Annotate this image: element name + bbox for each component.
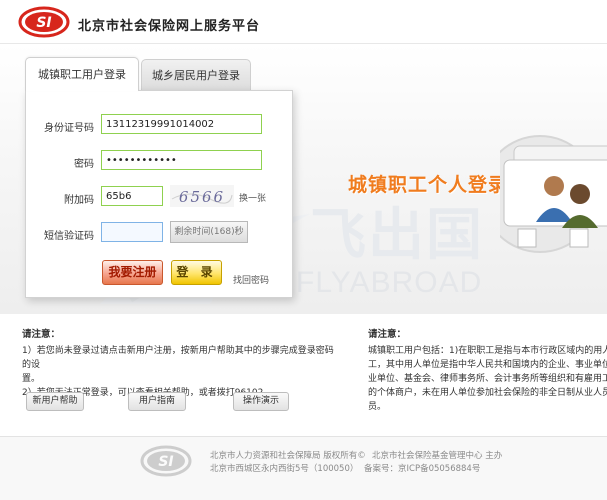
forgot-password-link[interactable]: 找回密码 bbox=[233, 273, 269, 286]
notice-right-line: 工，其中用人单位是指中华人民共和国境内的企业、事业单位、社会团 bbox=[368, 360, 607, 370]
footer-logo-icon: SI bbox=[140, 445, 192, 477]
watermark-chinese: 飞出国 bbox=[310, 203, 484, 268]
footer-copyright: 北京市人力资源和社会保障局 版权所有© bbox=[210, 451, 366, 461]
tab-urban-employee-login[interactable]: 城镇职工用户登录 bbox=[25, 57, 139, 91]
notice-right-line: 业单位、基金会、律师事务所、会计事务所等组织和有雇用工的个体 bbox=[368, 374, 607, 384]
notice-left-line: 1）若您尚未登录过请点击新用户注册，按新用户帮助其中的步骤完成登录密码的设 bbox=[22, 346, 334, 370]
notice-right-line: 的个体商户，未在用人单位参加社会保险的非全日制从业人员以及其他 bbox=[368, 388, 607, 398]
footer-organizer: 北京市社会保险基金管理中心 主办 bbox=[372, 451, 503, 461]
login-panel: 身份证号码 密码 附加码 6566 换一张 短信验证码 剩余时间(168)秒 我… bbox=[25, 90, 293, 298]
users-card-illustration-icon bbox=[500, 135, 607, 253]
register-button[interactable]: 我要注册 bbox=[102, 260, 163, 285]
banner-title: 城镇职工个人登录 bbox=[348, 174, 509, 196]
watermark-english: FLYABROAD bbox=[296, 266, 483, 299]
password-input[interactable] bbox=[101, 150, 262, 170]
user-guide-button[interactable]: 用户指南 bbox=[128, 392, 186, 411]
social-insurance-logo-icon[interactable]: SI bbox=[18, 6, 70, 38]
logo-text: SI bbox=[36, 15, 51, 31]
sms-code-label: 短信验证码 bbox=[44, 231, 94, 242]
operation-demo-button[interactable]: 操作演示 bbox=[233, 392, 289, 411]
footer-address: 北京市西城区永内西街5号（100050） bbox=[210, 464, 359, 474]
notice-left-line: 置。 bbox=[22, 374, 41, 384]
notice-right-title: 请注意： bbox=[368, 329, 407, 340]
notice-left: 请注意： 1）若您尚未登录过请点击新用户注册，按新用户帮助其中的步骤完成登录密码… bbox=[22, 328, 342, 400]
notice-right-line: 员。 bbox=[368, 402, 387, 412]
id-number-label: 身份证号码 bbox=[44, 123, 94, 134]
footer-icp-record[interactable]: 备案号：京ICP备05056884号 bbox=[364, 462, 480, 474]
captcha-label: 附加码 bbox=[64, 195, 94, 206]
password-label: 密码 bbox=[74, 159, 94, 170]
captcha-image[interactable]: 6566 bbox=[170, 185, 234, 207]
id-number-input[interactable] bbox=[101, 114, 262, 134]
tab-urban-rural-resident-login[interactable]: 城乡居民用户登录 bbox=[141, 59, 251, 91]
refresh-captcha-link[interactable]: 换一张 bbox=[239, 191, 266, 204]
site-title: 北京市社会保险网上服务平台 bbox=[78, 19, 261, 34]
site-footer: SI 北京市人力资源和社会保障局 版权所有© 北京市社会保险基金管理中心 主办 … bbox=[0, 437, 607, 500]
notice-left-title: 请注意： bbox=[22, 329, 61, 340]
notice-right: 请注意： 城镇职工用户包括：1)在职职工是指与本市行政区域内的用人单位 工，其中… bbox=[368, 328, 607, 414]
notice-right-line: 城镇职工用户包括：1)在职职工是指与本市行政区域内的用人单位 bbox=[368, 346, 607, 356]
sms-code-input[interactable] bbox=[101, 222, 163, 242]
svg-text:6566: 6566 bbox=[179, 188, 225, 206]
site-header: SI 北京市社会保险网上服务平台 bbox=[0, 0, 607, 44]
captcha-input[interactable] bbox=[101, 186, 163, 206]
login-button[interactable]: 登 录 bbox=[171, 260, 222, 285]
new-user-help-button[interactable]: 新用户帮助 bbox=[26, 392, 84, 411]
svg-text:SI: SI bbox=[158, 454, 173, 470]
sms-countdown-button[interactable]: 剩余时间(168)秒 bbox=[170, 221, 248, 243]
